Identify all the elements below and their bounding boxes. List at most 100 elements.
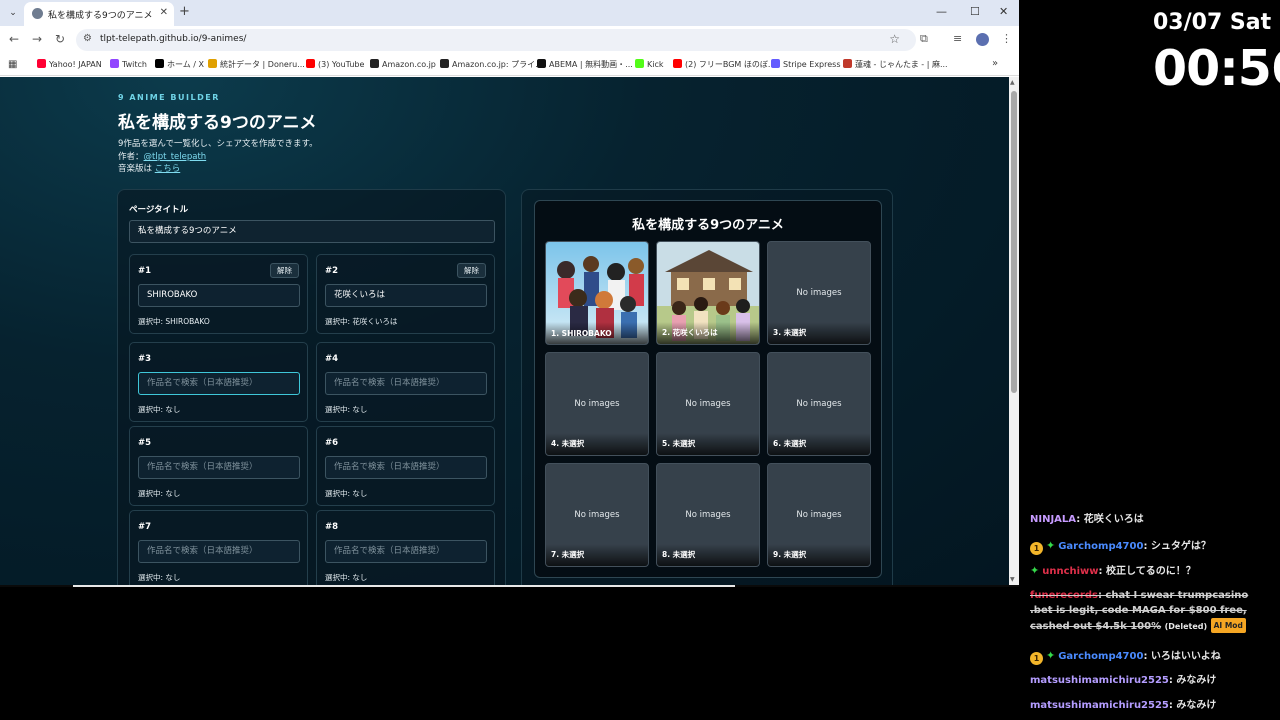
bookmark-favicon-icon (370, 59, 379, 68)
slot-status: 選択中: 花咲くいろは (325, 317, 398, 326)
bookmark-item[interactable]: 統計データ | Doneru... (208, 59, 305, 70)
anime-search-input[interactable]: 作品名で検索（日本語推奨） (138, 372, 300, 395)
new-tab-icon[interactable]: + (179, 5, 190, 19)
bookmark-item[interactable]: (3) YouTube (306, 59, 364, 69)
no-images-text: No images (574, 510, 620, 520)
preview-cell-7[interactable]: No images 7. 未選択 (545, 463, 649, 567)
chat-message: NINJALA: 花咲くいろは (1030, 514, 1144, 525)
anime-search-input[interactable]: 作品名で検索（日本語推奨） (138, 540, 300, 563)
clear-button[interactable]: 解除 (270, 263, 299, 278)
forward-icon[interactable]: → (32, 32, 42, 46)
bookmark-item[interactable]: Yahoo! JAPAN (37, 59, 102, 69)
bookmark-item[interactable]: Amazon.co.jp: プライ... (440, 59, 543, 70)
tab-bar: ⌄ 私を構成する9つのアニメ ✕ + — ☐ ✕ (0, 0, 1019, 26)
description: 9作品を選んで一覧化し、シェア文を作成できます。 (118, 139, 318, 149)
bookmark-favicon-icon (37, 59, 46, 68)
site-info-icon[interactable]: ⚙ (83, 33, 92, 44)
slot-status: 選択中: なし (138, 489, 181, 498)
preview-cell-4[interactable]: No images 4. 未選択 (545, 352, 649, 456)
slot-number: #5 (138, 438, 152, 448)
cell-caption: 3. 未選択 (768, 322, 870, 344)
scroll-down-icon[interactable]: ▼ (1010, 576, 1015, 583)
horizontal-scroll-thumb[interactable] (73, 585, 735, 587)
slot-status: 選択中: なし (325, 405, 368, 414)
extensions-icon[interactable]: ⧉ (920, 32, 928, 46)
profile-avatar[interactable] (976, 33, 989, 46)
bookmark-favicon-icon (537, 59, 546, 68)
author-link[interactable]: @tlpt_telepath (144, 152, 207, 162)
star-badge-icon: ✦ (1030, 564, 1040, 577)
bookmarks-more-icon[interactable]: » (992, 58, 998, 69)
no-images-text: No images (685, 510, 731, 520)
preview-title: 私を構成する9つのアニメ (632, 218, 784, 233)
cell-caption: 1. SHIROBAKO (546, 322, 648, 344)
tab-close-icon[interactable]: ✕ (160, 7, 168, 18)
preview-cell-1[interactable]: 1. SHIROBAKO (545, 241, 649, 345)
slot-number: #3 (138, 354, 152, 364)
overlay-clock: 00:56 (1153, 40, 1280, 97)
reload-icon[interactable]: ↻ (55, 32, 65, 46)
clear-button[interactable]: 解除 (457, 263, 486, 278)
back-icon[interactable]: ← (9, 32, 19, 46)
anime-search-input[interactable]: 作品名で検索（日本語推奨） (325, 540, 487, 563)
bookmark-favicon-icon (673, 59, 682, 68)
close-window-icon[interactable]: ✕ (999, 5, 1008, 18)
anime-search-input[interactable]: 作品名で検索（日本語推奨） (138, 456, 300, 479)
bookmark-item[interactable]: ホーム / X (155, 59, 204, 70)
no-images-text: No images (796, 288, 842, 298)
slot-number: #4 (325, 354, 339, 364)
bookmark-item[interactable]: Stripe Express (771, 59, 841, 69)
bookmark-item[interactable]: Twitch (110, 59, 147, 69)
stream-chat: NINJALA: 花咲くいろは 1 ✦ Garchomp4700: シュタゲは？ ✦… (1030, 510, 1275, 720)
bookmarks-bar: ▦ Yahoo! JAPAN Twitch ホーム / X 統計データ | Do… (0, 54, 1019, 76)
slot-6: #6 作品名で検索（日本語推奨） 選択中: なし (316, 426, 495, 506)
url-text[interactable]: tlpt-telepath.github.io/9-animes/ (100, 34, 246, 44)
bookmark-item[interactable]: (2) フリーBGM ほのぼ... (673, 59, 776, 70)
preview-cell-3[interactable]: No images 3. 未選択 (767, 241, 871, 345)
scroll-thumb[interactable] (1011, 91, 1017, 393)
preview-cell-6[interactable]: No images 6. 未選択 (767, 352, 871, 456)
chat-message: ✦ unnchiww: 校正してるのに！？ (1030, 564, 1196, 577)
preview-cell-2[interactable]: 2. 花咲くいろは (656, 241, 760, 345)
preview-cell-8[interactable]: No images 8. 未選択 (656, 463, 760, 567)
menu-icon[interactable]: ⋮ (1001, 32, 1012, 45)
slot-5: #5 作品名で検索（日本語推奨） 選択中: なし (129, 426, 308, 506)
bookmark-favicon-icon (306, 59, 315, 68)
vertical-scrollbar[interactable]: ▲ ▼ (1009, 77, 1019, 585)
slot-status: 選択中: SHIROBAKO (138, 317, 210, 326)
tab-active[interactable]: 私を構成する9つのアニメ ✕ (24, 2, 174, 26)
no-images-text: No images (685, 399, 731, 409)
horizontal-scrollbar[interactable] (0, 585, 1019, 587)
preview-panel: 私を構成する9つのアニメ 1. SHIROBAKO 2. 花咲くいろは No i… (521, 189, 893, 585)
slot-1: #1 解除 SHIROBAKO 選択中: SHIROBAKO (129, 254, 308, 334)
bookmark-item[interactable]: ABEMA | 無料動画・... (537, 59, 633, 70)
preview-cell-9[interactable]: No images 9. 未選択 (767, 463, 871, 567)
tab-search-icon[interactable]: ⌄ (4, 4, 22, 22)
no-images-text: No images (796, 399, 842, 409)
page-title: 私を構成する9つのアニメ (118, 113, 317, 133)
music-version-link[interactable]: こちら (155, 164, 181, 174)
scroll-up-icon[interactable]: ▲ (1010, 79, 1015, 86)
sub-badge-icon: 1 (1030, 542, 1043, 555)
anime-search-input[interactable]: 花咲くいろは (325, 284, 487, 307)
reading-list-icon[interactable]: ≡ (953, 32, 962, 45)
slot-status: 選択中: なし (138, 405, 181, 414)
page-title-input[interactable]: 私を構成する9つのアニメ (129, 220, 495, 243)
preview-cell-5[interactable]: No images 5. 未選択 (656, 352, 760, 456)
bookmark-favicon-icon (110, 59, 119, 68)
bookmark-item[interactable]: Amazon.co.jp (370, 59, 436, 69)
anime-search-input[interactable]: SHIROBAKO (138, 284, 300, 307)
anime-search-input[interactable]: 作品名で検索（日本語推奨） (325, 372, 487, 395)
minimize-icon[interactable]: — (936, 5, 947, 18)
bookmark-star-icon[interactable]: ☆ (889, 32, 900, 46)
screen: ⌄ 私を構成する9つのアニメ ✕ + — ☐ ✕ ← → ↻ ⚙ tlpt-te… (0, 0, 1280, 720)
apps-grid-icon[interactable]: ▦ (8, 59, 17, 70)
address-bar[interactable]: ⚙ tlpt-telepath.github.io/9-animes/ ☆ (76, 29, 916, 51)
bookmark-item[interactable]: Kick (635, 59, 664, 69)
preview-card: 私を構成する9つのアニメ 1. SHIROBAKO 2. 花咲くいろは No i… (534, 200, 882, 578)
maximize-icon[interactable]: ☐ (970, 5, 980, 18)
slot-4: #4 作品名で検索（日本語推奨） 選択中: なし (316, 342, 495, 422)
star-badge-icon: ✦ (1046, 539, 1056, 552)
bookmark-item[interactable]: 蓮魂 - じゃんたま - | 麻... (843, 59, 948, 70)
anime-search-input[interactable]: 作品名で検索（日本語推奨） (325, 456, 487, 479)
